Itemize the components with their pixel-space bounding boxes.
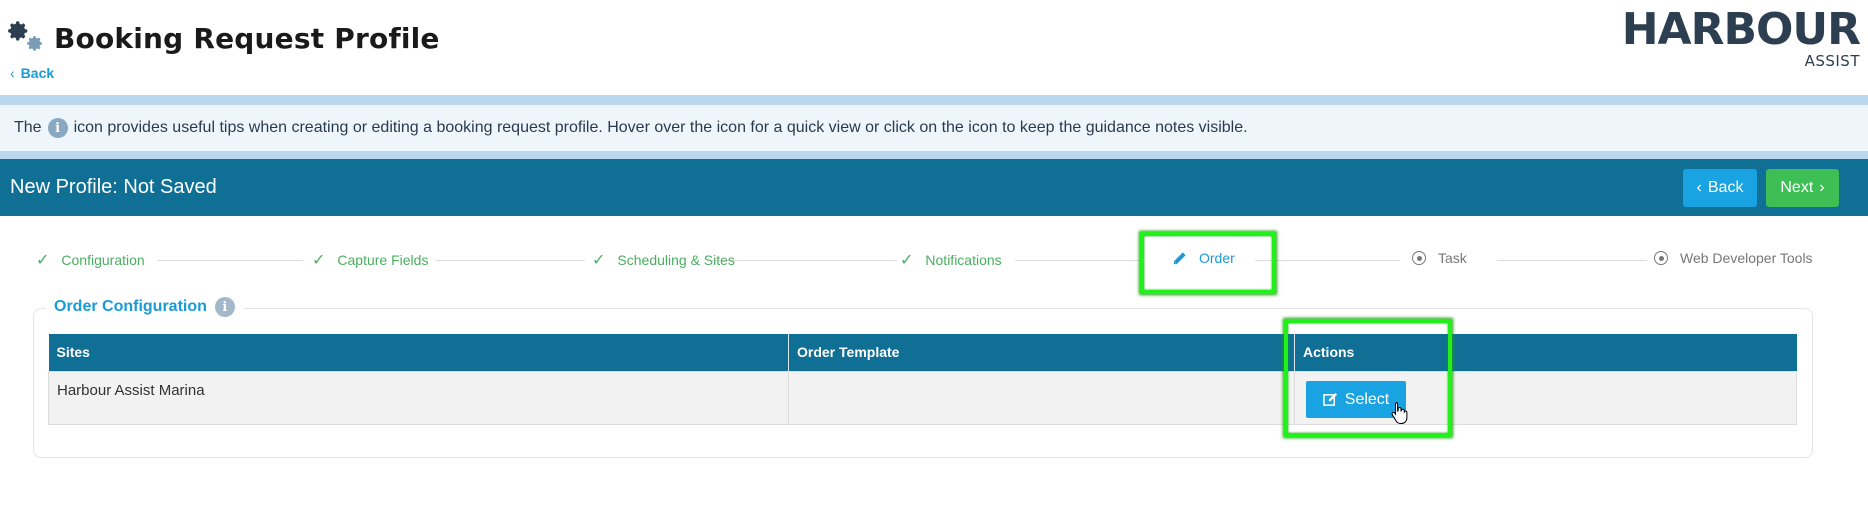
step-connector: [1015, 260, 1145, 261]
step-label: Web Developer Tools: [1680, 250, 1813, 266]
step-label: Scheduling & Sites: [617, 252, 735, 268]
wizard-next-label: Next: [1780, 179, 1814, 196]
profile-status-title: New Profile: Not Saved: [10, 176, 217, 198]
step-task[interactable]: Task: [1412, 250, 1467, 266]
step-connector: [1497, 260, 1647, 261]
info-text-before: The: [14, 119, 42, 136]
chevron-left-icon: ‹: [10, 65, 15, 81]
step-connector: [1255, 260, 1400, 261]
step-connector: [435, 260, 585, 261]
table-row: Harbour Assist Marina: [48, 370, 1797, 425]
order-config-table: Sites Order Template Actions Harbour Ass…: [48, 334, 1797, 425]
radio-dot-icon: [1654, 251, 1668, 265]
step-connector: [712, 260, 897, 261]
column-header-order-template[interactable]: Order Template: [788, 334, 1295, 371]
wizard-next-button[interactable]: Next ›: [1766, 169, 1839, 207]
chevron-left-icon: ‹: [1696, 179, 1702, 196]
info-icon[interactable]: i: [47, 118, 68, 138]
info-strip: The i icon provides useful tips when cre…: [0, 105, 1868, 151]
wizard-back-button[interactable]: ‹ Back: [1683, 169, 1757, 207]
info-band-top: [0, 95, 1868, 105]
check-icon: ✓: [900, 252, 914, 269]
title-row: Booking Request Profile: [8, 20, 440, 56]
step-label: Capture Fields: [337, 252, 429, 268]
wizard-back-label: Back: [1707, 179, 1744, 196]
info-icon[interactable]: i: [214, 297, 235, 317]
page-header: Booking Request Profile ‹ Back HARBOUR A…: [0, 0, 1868, 95]
step-label: Notifications: [925, 252, 1002, 268]
info-band-bottom: [0, 151, 1868, 159]
step-capture-fields[interactable]: ✓ Capture Fields: [312, 250, 428, 270]
harbour-assist-logo: HARBOUR ASSIST: [1622, 6, 1861, 71]
check-icon: ✓: [36, 252, 50, 269]
step-scheduling-sites[interactable]: ✓ Scheduling & Sites: [592, 250, 735, 270]
page-title: Booking Request Profile: [54, 21, 440, 55]
highlight-box-actions: [1284, 319, 1452, 437]
order-config-legend: Order Configuration i: [46, 297, 243, 317]
radio-dot-icon: [1412, 251, 1426, 265]
back-link[interactable]: ‹ Back: [10, 65, 54, 81]
logo-main-text: HARBOUR: [1621, 4, 1861, 55]
logo-sub-text: ASSIST: [1804, 52, 1860, 70]
step-label: Task: [1438, 250, 1467, 266]
wizard-steps: ✓ Configuration ✓ Capture Fields ✓ Sched…: [0, 232, 1868, 292]
check-icon: ✓: [592, 252, 606, 269]
check-icon: ✓: [312, 252, 326, 269]
order-config-title: Order Configuration: [54, 298, 207, 315]
info-text-after: icon provides useful tips when creating …: [73, 119, 1248, 136]
cell-order-template: [788, 370, 1295, 425]
column-header-sites[interactable]: Sites: [48, 334, 789, 371]
step-configuration[interactable]: ✓ Configuration: [36, 250, 145, 270]
chevron-right-icon: ›: [1819, 179, 1825, 196]
highlight-box-order-step: [1140, 232, 1276, 294]
gears-icon: [8, 20, 46, 56]
table-header-row: Sites Order Template Actions: [48, 334, 1797, 371]
step-label: Configuration: [61, 252, 145, 268]
back-link-label: Back: [20, 65, 55, 81]
step-notifications[interactable]: ✓ Notifications: [900, 250, 1002, 270]
step-web-developer-tools[interactable]: Web Developer Tools: [1654, 250, 1813, 266]
cell-site: Harbour Assist Marina: [48, 370, 789, 425]
step-connector: [158, 260, 303, 261]
profile-bar: New Profile: Not Saved ‹ Back Next ›: [0, 159, 1868, 216]
